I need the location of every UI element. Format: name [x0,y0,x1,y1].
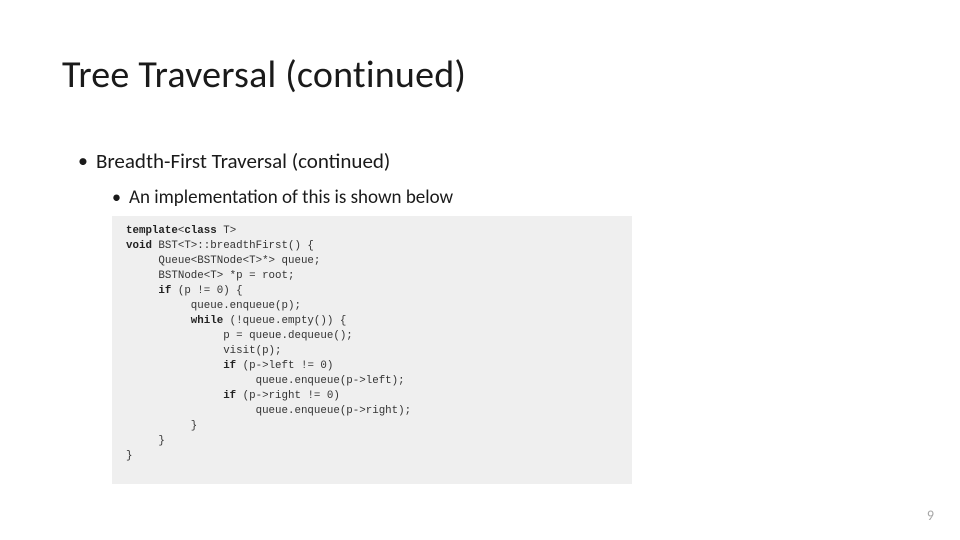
code-text: (p->right != 0) [236,390,340,402]
code-text: (p->left != 0) [236,360,333,372]
code-text: BST<T>::breadthFirst() { [152,240,314,252]
bullet-dot-icon: • [78,152,88,172]
bullet-level-2: • An implementation of this is shown belo… [112,186,453,211]
code-keyword: if [223,360,236,372]
bullet-2-text: An implementation of this is shown below [129,186,453,209]
bullet-level-1: • Breadth-First Traversal (continued) [78,148,390,175]
code-keyword: if [223,390,236,402]
code-text: queue.enqueue(p); [126,300,301,312]
code-keyword: template [126,225,178,237]
code-text: p = queue.dequeue(); [126,330,353,342]
code-text: } [126,450,132,462]
code-text: (p != 0) { [171,285,242,297]
page-title: Tree Traversal (continued) [62,52,466,98]
code-text: queue.enqueue(p->right); [126,405,411,417]
code-text: Queue<BSTNode<T>*> queue; [126,255,320,267]
code-text: queue.enqueue(p->left); [126,375,405,387]
code-text: T> [217,225,236,237]
bullet-dot-icon: • [112,188,121,206]
code-text: } [126,435,165,447]
code-text: BSTNode<T> *p = root; [126,270,294,282]
code-text: (!queue.empty()) { [223,315,346,327]
code-block: template<class T> void BST<T>::breadthFi… [112,216,632,484]
code-text [126,360,223,372]
code-text: } [126,420,197,432]
code-text [126,285,158,297]
code-keyword: while [191,315,223,327]
bullet-1-text: Breadth-First Traversal (continued) [96,148,390,174]
code-keyword: if [158,285,171,297]
page-number: 9 [927,507,934,524]
code-text [126,390,223,402]
code-text: visit(p); [126,345,282,357]
slide: Tree Traversal (continued) • Breadth-Firs… [0,0,960,540]
code-keyword: class [184,225,216,237]
code-text [126,315,191,327]
code-keyword: void [126,240,152,252]
